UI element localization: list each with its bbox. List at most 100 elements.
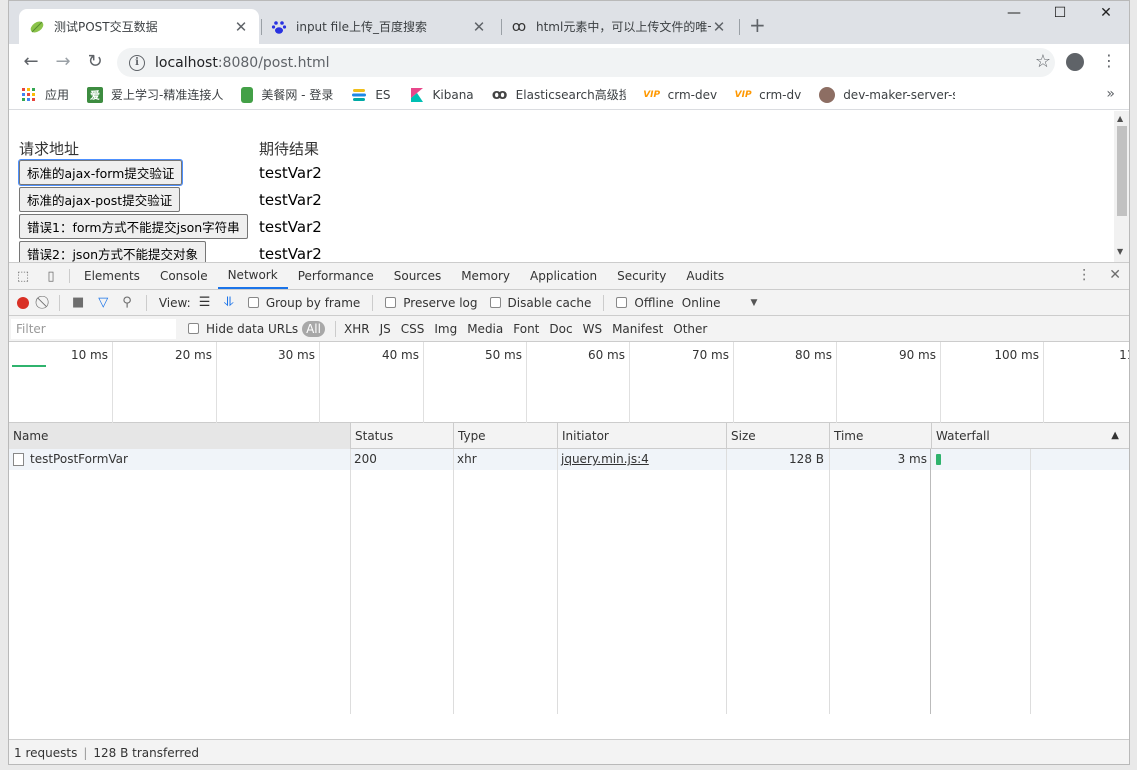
account-avatar-icon[interactable] [1066, 53, 1084, 71]
column-name[interactable]: Name [9, 423, 350, 449]
bookmark-apps[interactable]: 应用 [21, 86, 69, 103]
timeline-tick-label: 90 ms [898, 348, 936, 362]
filter-type-all[interactable]: All [302, 320, 325, 337]
minimize-button[interactable]: — [991, 5, 1037, 27]
large-rows-icon[interactable]: ☰ [199, 295, 211, 310]
bookmark-kibana[interactable]: Kibana [409, 87, 474, 103]
tab-w3school[interactable]: ꝏ html元素中，可以上传文件的唯一 ✕ [501, 9, 737, 44]
column-divider [557, 449, 558, 714]
new-tab-button[interactable]: + [749, 15, 766, 35]
chevron-double-right-icon[interactable]: » [1106, 86, 1115, 102]
close-icon[interactable]: ✕ [711, 18, 727, 36]
filter-icon[interactable]: ▽ [98, 295, 108, 310]
column-waterfall-label: Waterfall [936, 429, 990, 443]
page-viewport: 请求地址 期待结果 标准的ajax-form提交验证 testVar2 标准的a… [9, 111, 1114, 262]
filter-type-css[interactable]: CSS [401, 322, 425, 336]
device-toolbar-icon[interactable]: ▯ [37, 263, 65, 289]
tab-strip: 测试POST交互数据 ✕ input file上传_百度搜索 ✕ ꝏ html元… [9, 1, 1129, 44]
bookmark-crm-dev[interactable]: VIP crm-dev [643, 87, 717, 103]
timeline-gridline [526, 342, 527, 423]
filter-type-ws[interactable]: WS [583, 322, 602, 336]
tab-baidu-search[interactable]: input file上传_百度搜索 ✕ [261, 9, 497, 44]
document-icon [13, 453, 24, 466]
tab-memory[interactable]: Memory [451, 263, 520, 289]
bookmark-es[interactable]: ES [351, 87, 391, 103]
inspect-element-icon[interactable]: ⬚ [9, 263, 37, 289]
error1-form-json-button[interactable]: 错误1：form方式不能提交json字符串 [19, 214, 248, 239]
close-icon[interactable]: ✕ [1109, 267, 1121, 283]
divider: | [83, 746, 88, 760]
overview-icon[interactable]: ⥥ [224, 295, 233, 310]
tab-post-test[interactable]: 测试POST交互数据 ✕ [19, 9, 259, 44]
timeline-overview[interactable]: 10 ms 20 ms 30 ms 40 ms 50 ms 60 ms 70 ms 80 ms… [9, 342, 1129, 423]
checkbox-box [489, 297, 501, 308]
scroll-down-icon[interactable]: ▼ [1117, 247, 1123, 256]
filter-input[interactable]: Filter [11, 318, 176, 339]
tab-console[interactable]: Console [150, 263, 218, 289]
column-initiator[interactable]: Initiator [557, 423, 726, 449]
tab-security[interactable]: Security [607, 263, 676, 289]
column-type[interactable]: Type [453, 423, 557, 449]
ajax-post-submit-button[interactable]: 标准的ajax-post提交验证 [19, 187, 181, 212]
more-vert-icon[interactable]: ⋮ [1077, 267, 1091, 283]
more-vert-icon[interactable]: ⋮ [1101, 51, 1117, 70]
tab-sources[interactable]: Sources [384, 263, 451, 289]
sort-ascending-icon[interactable]: ▲ [1111, 423, 1119, 449]
tab-audits[interactable]: Audits [676, 263, 734, 289]
filter-type-js[interactable]: JS [380, 322, 391, 336]
group-by-frame-checkbox[interactable]: Group by frame [247, 295, 361, 310]
bookmark-crm-dv[interactable]: VIP crm-dv [735, 87, 802, 103]
info-icon[interactable]: i [129, 54, 145, 71]
bookmark-label: Kibana [432, 87, 474, 102]
bookmark-elasticsearch[interactable]: ꝏ Elasticsearch高级搜索 [492, 86, 626, 103]
star-icon[interactable]: ☆ [1035, 51, 1051, 72]
filter-type-manifest[interactable]: Manifest [612, 322, 663, 336]
tab-application[interactable]: Application [520, 263, 607, 289]
column-status[interactable]: Status [350, 423, 453, 449]
bookmark-meican[interactable]: 美餐网 - 登录 [241, 86, 333, 103]
filter-type-other[interactable]: Other [673, 322, 707, 336]
bookmark-dev-maker[interactable]: dev-maker-server-s [819, 86, 955, 103]
table-row[interactable]: testPostFormVar 200 xhr jquery.min.js:4 … [9, 449, 1129, 470]
address-bar[interactable]: i localhost:8080/post.html ☆ [117, 48, 1055, 77]
checkbox-label: Disable cache [507, 295, 592, 310]
close-window-button[interactable]: ✕ [1083, 5, 1129, 27]
preserve-log-checkbox[interactable]: Preserve log [385, 296, 478, 310]
tab-network[interactable]: Network [217, 263, 288, 289]
filter-type-xhr[interactable]: XHR [344, 322, 370, 336]
hide-data-urls-checkbox[interactable]: Hide data URLs [188, 322, 298, 336]
scrollbar-thumb[interactable] [1117, 126, 1127, 216]
disable-cache-checkbox[interactable]: Disable cache [489, 295, 592, 310]
filter-type-doc[interactable]: Doc [549, 322, 572, 336]
tab-performance[interactable]: Performance [288, 263, 384, 289]
scroll-up-icon[interactable]: ▲ [1117, 114, 1123, 123]
column-time[interactable]: Time [829, 423, 931, 449]
baidu-paw-icon [271, 19, 287, 35]
browser-window: 测试POST交互数据 ✕ input file上传_百度搜索 ✕ ꝏ html元… [8, 0, 1130, 765]
back-arrow-icon[interactable]: ← [19, 50, 43, 74]
close-icon[interactable]: ✕ [233, 18, 249, 36]
filter-type-img[interactable]: Img [434, 322, 457, 336]
reload-icon[interactable]: ↻ [83, 50, 107, 74]
throttling-select[interactable]: Online ▼ [682, 296, 758, 310]
column-size[interactable]: Size [726, 423, 829, 449]
checkbox-label: Group by frame [265, 295, 361, 310]
column-waterfall[interactable]: Waterfall ▲ [931, 423, 1129, 449]
offline-checkbox[interactable]: Offline [616, 296, 674, 310]
page-scrollbar[interactable]: ▲ ▼ [1114, 111, 1129, 262]
forward-arrow-icon[interactable]: → [51, 50, 75, 74]
bookmark-aishangxuexi[interactable]: 爱 爱上学习-精准连接人 [87, 86, 223, 103]
record-icon[interactable] [17, 296, 29, 309]
tab-elements[interactable]: Elements [74, 263, 150, 289]
column-header-url: 请求地址 [19, 139, 80, 158]
search-icon[interactable]: ⚲ [122, 295, 132, 310]
filter-type-media[interactable]: Media [467, 322, 503, 336]
capture-screenshots-icon[interactable]: ■ [72, 295, 84, 310]
ajax-form-submit-button[interactable]: 标准的ajax-form提交验证 [17, 159, 184, 186]
close-icon[interactable]: ✕ [471, 18, 487, 36]
maximize-button[interactable]: ☐ [1037, 5, 1083, 27]
filter-type-font[interactable]: Font [513, 322, 539, 336]
error2-json-object-button[interactable]: 错误2：json方式不能提交对象 [19, 241, 207, 262]
bookmark-label: 爱上学习-精准连接人 [111, 88, 224, 102]
request-initiator-link[interactable]: jquery.min.js:4 [557, 449, 649, 470]
